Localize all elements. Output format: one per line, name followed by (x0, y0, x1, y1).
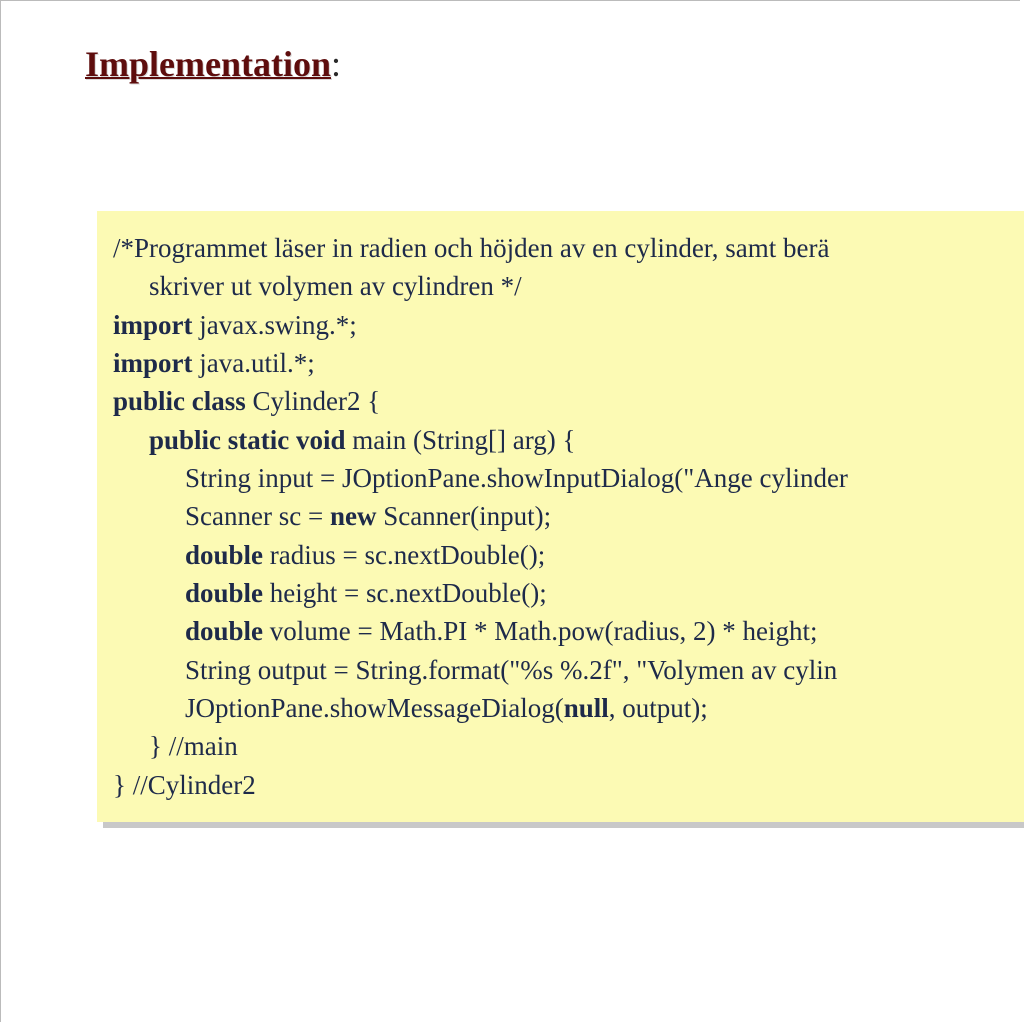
slide-page: Implementation: /*Programmet läser in ra… (0, 0, 1020, 1022)
code-keyword: public class (113, 386, 253, 416)
code-text: java.util.*; (199, 348, 314, 378)
code-line: double height = sc.nextDouble(); (113, 574, 1024, 612)
code-text: } //main (149, 731, 238, 761)
code-line: JOptionPane.showMessageDialog(null, outp… (113, 689, 1024, 727)
code-text: , output); (609, 693, 708, 723)
code-text: height = sc.nextDouble(); (270, 578, 547, 608)
code-keyword: import (113, 310, 199, 340)
code-line: /*Programmet läser in radien och höjden … (113, 229, 1024, 267)
code-keyword: double (185, 540, 270, 570)
code-keyword: import (113, 348, 199, 378)
code-text: volume = Math.PI * Math.pow(radius, 2) *… (270, 616, 818, 646)
slide-heading: Implementation: (85, 43, 341, 85)
code-text: /*Programmet läser in radien och höjden … (113, 233, 829, 263)
code-line: public static void main (String[] arg) { (113, 421, 1024, 459)
code-text: Cylinder2 { (253, 386, 381, 416)
code-line: Scanner sc = new Scanner(input); (113, 497, 1024, 535)
code-line: double volume = Math.PI * Math.pow(radiu… (113, 612, 1024, 650)
heading-title: Implementation (85, 44, 331, 84)
code-block-shadow: /*Programmet läser in radien och höjden … (103, 217, 1024, 828)
code-line: } //main (113, 727, 1024, 765)
code-keyword: null (564, 693, 609, 723)
code-line: public class Cylinder2 { (113, 382, 1024, 420)
code-line: import java.util.*; (113, 344, 1024, 382)
code-text: skriver ut volymen av cylindren */ (149, 271, 522, 301)
heading-suffix: : (331, 44, 341, 84)
code-text: JOptionPane.showMessageDialog( (185, 693, 564, 723)
code-line: double radius = sc.nextDouble(); (113, 536, 1024, 574)
code-block: /*Programmet läser in radien och höjden … (97, 211, 1024, 822)
code-keyword: double (185, 616, 270, 646)
code-text: main (String[] arg) { (352, 425, 575, 455)
code-line: skriver ut volymen av cylindren */ (113, 267, 1024, 305)
code-text: String output = String.format("%s %.2f",… (185, 655, 837, 685)
code-line: String output = String.format("%s %.2f",… (113, 651, 1024, 689)
code-text: Scanner sc = (185, 501, 330, 531)
code-line: } //Cylinder2 (113, 766, 1024, 804)
code-keyword: new (330, 501, 383, 531)
code-text: } //Cylinder2 (113, 770, 256, 800)
code-line: import javax.swing.*; (113, 306, 1024, 344)
code-text: radius = sc.nextDouble(); (270, 540, 545, 570)
code-text: Scanner(input); (383, 501, 551, 531)
code-text: javax.swing.*; (199, 310, 356, 340)
code-keyword: double (185, 578, 270, 608)
code-keyword: public static void (149, 425, 352, 455)
code-line: String input = JOptionPane.showInputDial… (113, 459, 1024, 497)
code-text: String input = JOptionPane.showInputDial… (185, 463, 848, 493)
